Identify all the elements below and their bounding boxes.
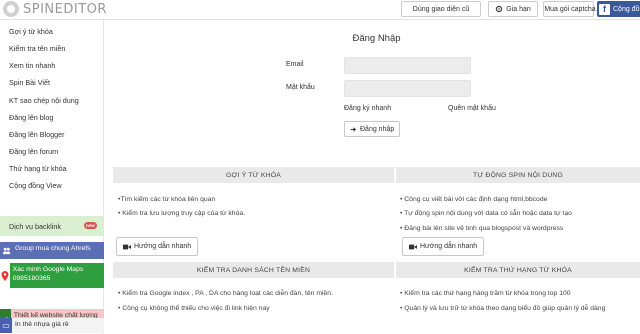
keyword-guide-button[interactable]: Hướng dẫn nhanh: [116, 237, 199, 256]
sidebar-item-quick-news[interactable]: Xem tin nhanh: [9, 61, 55, 70]
promo-google-maps[interactable]: Xác minh Google Maps 0985180365: [0, 263, 104, 288]
video-icon: [409, 244, 417, 249]
backlink-label: Dịch vụ backlink: [9, 221, 61, 231]
sidebar-item-backlink[interactable]: Dịch vụ backlink new: [0, 216, 104, 236]
community-label: Cộng đồ: [613, 5, 640, 13]
keyword-guide-label: Hướng dẫn nhanh: [134, 243, 192, 250]
buy-captcha-button[interactable]: Mua gói captcha: [543, 1, 596, 17]
video-icon: [123, 244, 131, 249]
promo-card-text: In thẻ nhựa giá rẻ: [15, 321, 69, 328]
email-label: Email: [286, 61, 304, 68]
spin-panel-header: TỰ ĐỘNG SPIN NỘI DUNG: [396, 167, 640, 183]
community-button[interactable]: f Cộng đồ: [597, 1, 640, 17]
login-title: Đăng Nhập: [352, 33, 401, 44]
logo-text: SPINEDITOR: [23, 1, 107, 17]
old-ui-button[interactable]: Dùng giao diện cũ: [401, 1, 481, 17]
rank-line-1: • Kiểm tra các thứ hạng hàng trăm từ khó…: [400, 290, 571, 297]
login-button-label: Đăng nhập: [360, 125, 395, 133]
old-ui-label: Dùng giao diện cũ: [412, 5, 470, 13]
spin-guide-label: Hướng dẫn nhanh: [420, 243, 478, 250]
sidebar-item-spin-article[interactable]: Spin Bài Viết: [9, 78, 50, 87]
sidebar-item-copy-check[interactable]: KT sao chép nội dung: [9, 96, 79, 105]
card-icon: ▭: [0, 318, 12, 333]
sign-in-icon: [350, 126, 356, 132]
forgot-password-link[interactable]: Quên mật khẩu: [448, 105, 496, 112]
spin-line-1: • Công cụ viết bài với các định dạng htm…: [400, 196, 548, 203]
logo-icon: [3, 1, 19, 17]
facebook-icon: f: [599, 3, 610, 15]
rank-line-2: • Quản lý và lưu trữ từ khóa theo dạng b…: [400, 305, 606, 312]
rank-panel-header: KIỂM TRA THỨ HẠNG TỪ KHÓA: [396, 262, 640, 278]
sidebar-item-community-view[interactable]: Cộng đồng View: [9, 181, 62, 190]
renew-label: Gia hạn: [506, 5, 531, 13]
top-bar: SPINEDITOR Dùng giao diện cũ Gia hạn Mua…: [0, 0, 640, 20]
logo[interactable]: SPINEDITOR: [3, 0, 107, 18]
promo-plastic-card[interactable]: ▭ In thẻ nhựa giá rẻ: [0, 318, 104, 333]
spin-guide-button[interactable]: Hướng dẫn nhanh: [402, 237, 485, 256]
password-label: Mật khẩu: [286, 84, 315, 91]
register-link[interactable]: Đăng ký nhanh: [344, 105, 391, 112]
sidebar-item-domain-check[interactable]: Kiểm tra tên miền: [9, 44, 65, 53]
keyword-panel-header: GỢI Ý TỪ KHÓA: [113, 167, 394, 183]
group-icon: [0, 242, 12, 259]
keyword-line-2: • Kiểm tra lưu lượng truy cập của từ khó…: [118, 210, 246, 217]
buy-captcha-label: Mua gói captcha: [544, 5, 596, 13]
sidebar-item-post-blog[interactable]: Đăng lên blog: [9, 113, 53, 122]
map-pin-icon: [0, 263, 10, 288]
renew-button[interactable]: Gia hạn: [488, 1, 538, 17]
spin-line-2: • Tự động spin nội dung với data có sẵn …: [400, 210, 572, 217]
gear-icon: [496, 5, 503, 13]
login-button[interactable]: Đăng nhập: [344, 121, 401, 137]
domain-line-1: • Kiểm tra Google index , PA , DA cho hà…: [118, 290, 333, 297]
domain-line-2: • Công cụ không thể thiếu cho việc đi li…: [118, 305, 270, 312]
promo-ahrefs-text: Group mua chung Ahrefs: [15, 245, 91, 252]
domain-panel-header: KIỂM TRA DANH SÁCH TÊN MIỀN: [113, 262, 394, 278]
sidebar-item-post-blogger[interactable]: Đăng lên Blogger: [9, 130, 65, 139]
new-badge: new: [84, 222, 97, 229]
spin-line-3: • Đăng bài lên site vệ tinh qua blogspos…: [400, 225, 564, 232]
sidebar-item-post-forum[interactable]: Đăng lên forum: [9, 147, 58, 156]
password-field[interactable]: [344, 80, 471, 97]
sidebar-item-keyword-suggest[interactable]: Gợi ý từ khóa: [9, 27, 53, 36]
email-field[interactable]: [344, 57, 471, 74]
keyword-line-1: •Tìm kiếm các từ khóa liên quan: [118, 196, 216, 203]
sidebar: Gợi ý từ khóa Kiểm tra tên miền Xem tin …: [0, 20, 104, 334]
sidebar-item-keyword-rank[interactable]: Thứ hạng từ khóa: [9, 164, 67, 173]
promo-ahrefs-group[interactable]: Group mua chung Ahrefs: [0, 242, 104, 259]
promo-google-maps-text: Xác minh Google Maps 0985180365: [12, 266, 84, 282]
